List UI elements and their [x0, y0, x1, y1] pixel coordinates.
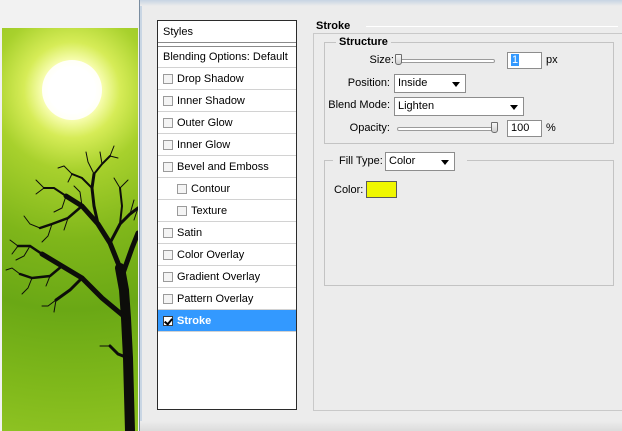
size-slider-thumb[interactable]	[395, 54, 402, 65]
color-overlay-checkbox[interactable]	[163, 249, 173, 260]
outer-glow-checkbox[interactable]	[163, 117, 173, 128]
chevron-down-icon	[441, 160, 449, 165]
style-item-label: Color Overlay	[177, 248, 245, 261]
drop-shadow-checkbox[interactable]	[163, 73, 173, 84]
style-item-label: Contour	[191, 182, 231, 195]
style-item-outer-glow[interactable]: Outer Glow	[158, 112, 296, 134]
style-item-label: Bevel and Emboss	[177, 160, 269, 173]
position-label: Position:	[347, 77, 390, 89]
blending-options-item[interactable]: Blending Options: Default	[158, 46, 296, 68]
size-value: 1	[511, 54, 520, 66]
style-item-satin[interactable]: Satin	[158, 222, 296, 244]
pattern-overlay-checkbox[interactable]	[163, 293, 173, 304]
size-unit-label: px	[546, 54, 558, 66]
blending-options-label: Blending Options: Default	[163, 51, 288, 63]
section-divider	[366, 26, 618, 27]
style-item-stroke[interactable]: Stroke	[158, 310, 296, 332]
style-item-label: Satin	[177, 226, 203, 239]
style-item-label: Pattern Overlay	[177, 292, 254, 305]
style-item-label: Outer Glow	[177, 116, 233, 129]
fill-type-label: Fill Type:	[339, 155, 383, 167]
opacity-input[interactable]: 100	[507, 120, 542, 137]
gradient-overlay-checkbox[interactable]	[163, 271, 173, 282]
style-item-label: Texture	[191, 204, 228, 217]
opacity-slider-thumb[interactable]	[491, 122, 498, 133]
styles-header[interactable]: Styles	[158, 21, 296, 43]
fill-group-box	[324, 160, 614, 286]
color-label: Color:	[334, 184, 364, 196]
fill-type-dropdown[interactable]: Color	[385, 152, 455, 171]
opacity-slider-track[interactable]	[397, 127, 497, 131]
style-item-pattern-overlay[interactable]: Pattern Overlay	[158, 288, 296, 310]
dialog-title-bar-edge	[140, 0, 622, 6]
style-item-label: Gradient Overlay	[177, 270, 261, 283]
fill-type-row: Fill Type: Color	[333, 150, 467, 174]
stroke-section-title: Stroke	[316, 20, 351, 32]
style-item-bevel-and-emboss[interactable]: Bevel and Emboss	[158, 156, 296, 178]
structure-group-title: Structure	[336, 36, 391, 48]
style-item-label: Drop Shadow	[177, 72, 244, 85]
styles-list-panel: Styles Blending Options: Default Drop Sh…	[157, 20, 297, 410]
size-input[interactable]: 1	[507, 52, 542, 69]
styles-header-label: Styles	[163, 25, 193, 38]
style-item-gradient-overlay[interactable]: Gradient Overlay	[158, 266, 296, 288]
bevel-and-emboss-checkbox[interactable]	[163, 161, 173, 172]
inner-shadow-checkbox[interactable]	[163, 95, 173, 106]
position-dropdown[interactable]: Inside	[394, 74, 466, 93]
opacity-unit-label: %	[546, 122, 556, 134]
chevron-down-icon	[452, 82, 460, 87]
chevron-down-icon	[510, 105, 518, 110]
blend-mode-label: Blend Mode:	[328, 99, 390, 111]
canvas-image[interactable]	[2, 28, 138, 431]
texture-checkbox[interactable]	[177, 205, 187, 216]
contour-checkbox[interactable]	[177, 183, 187, 194]
dialog-bottom-edge	[140, 421, 622, 431]
style-item-drop-shadow[interactable]: Drop Shadow	[158, 68, 296, 90]
style-item-inner-glow[interactable]: Inner Glow	[158, 134, 296, 156]
style-item-contour[interactable]: Contour	[158, 178, 296, 200]
style-item-inner-shadow[interactable]: Inner Shadow	[158, 90, 296, 112]
fill-type-value: Color	[389, 155, 416, 167]
stroke-color-swatch[interactable]	[366, 181, 397, 198]
layer-style-dialog: Styles Blending Options: Default Drop Sh…	[139, 0, 622, 431]
style-item-label: Inner Shadow	[177, 94, 245, 107]
blend-mode-dropdown[interactable]: Lighten	[394, 97, 524, 116]
stroke-checkbox[interactable]	[163, 315, 173, 326]
style-item-label: Inner Glow	[177, 138, 231, 151]
style-item-color-overlay[interactable]: Color Overlay	[158, 244, 296, 266]
style-item-texture[interactable]: Texture	[158, 200, 296, 222]
position-value: Inside	[398, 77, 428, 89]
blend-mode-value: Lighten	[398, 100, 435, 112]
tree-silhouette	[5, 145, 138, 431]
style-item-label: Stroke	[177, 314, 212, 327]
size-slider-track[interactable]	[397, 59, 495, 63]
opacity-label: Opacity:	[349, 122, 390, 134]
size-label: Size:	[369, 54, 394, 66]
inner-glow-checkbox[interactable]	[163, 139, 173, 150]
satin-checkbox[interactable]	[163, 227, 173, 238]
